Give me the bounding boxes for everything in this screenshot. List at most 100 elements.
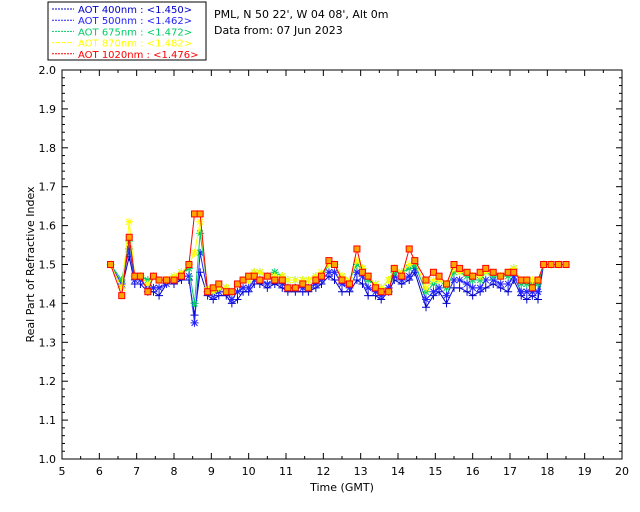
series-4-line bbox=[110, 213, 566, 296]
series-4-point bbox=[155, 276, 163, 284]
series-1-point bbox=[405, 272, 414, 281]
x-tick-label: 19 bbox=[578, 465, 592, 478]
series-0-point bbox=[155, 291, 164, 300]
series-4-point bbox=[534, 276, 542, 284]
series-1-point bbox=[190, 318, 199, 327]
series-4-point bbox=[107, 261, 115, 268]
series-4-point bbox=[422, 276, 430, 284]
x-axis-label: Time (GMT) bbox=[309, 481, 374, 494]
series-4-point bbox=[317, 272, 325, 280]
x-tick-label: 8 bbox=[171, 465, 178, 478]
series-4-point bbox=[456, 264, 464, 272]
series-4-point bbox=[555, 261, 563, 268]
series-4-point bbox=[547, 261, 555, 268]
series-4-point bbox=[284, 284, 292, 292]
series-4-point bbox=[177, 272, 185, 280]
series-0-point bbox=[364, 291, 373, 300]
series-1-point bbox=[504, 279, 513, 288]
series-4-point bbox=[510, 268, 518, 276]
series-4-point bbox=[497, 272, 505, 280]
series-0-point bbox=[455, 283, 464, 292]
x-tick-label: 7 bbox=[133, 465, 140, 478]
y-tick-label: 2.0 bbox=[39, 64, 57, 77]
series-0-line bbox=[110, 256, 566, 316]
series-4-point bbox=[125, 233, 133, 241]
series-4-point bbox=[278, 276, 286, 284]
x-tick-label: 13 bbox=[354, 465, 368, 478]
x-tick-label: 10 bbox=[242, 465, 256, 478]
series-0-point bbox=[338, 287, 346, 296]
x-tick-label: 16 bbox=[466, 465, 480, 478]
plot-frame bbox=[61, 69, 623, 460]
y-tick-label: 1.2 bbox=[39, 375, 57, 388]
series-0-point bbox=[442, 299, 451, 308]
series-1-point bbox=[435, 283, 444, 292]
series-4-point bbox=[144, 288, 152, 296]
series-4-point bbox=[185, 261, 193, 268]
series-4-point bbox=[482, 264, 490, 272]
series-0-point bbox=[522, 295, 531, 304]
series-0-point bbox=[468, 291, 477, 300]
series-0-point bbox=[422, 303, 430, 312]
series-4-point bbox=[489, 268, 497, 276]
series-1-point bbox=[429, 287, 438, 296]
series-1-point bbox=[455, 276, 464, 285]
series-3-point bbox=[190, 248, 199, 257]
series-4-point bbox=[170, 276, 178, 284]
x-tick-label: 17 bbox=[503, 465, 517, 478]
series-4-point bbox=[405, 245, 413, 253]
series-4-point bbox=[215, 280, 223, 288]
x-tick-label: 11 bbox=[279, 465, 293, 478]
y-tick-label: 1.6 bbox=[39, 220, 57, 233]
x-tick-label: 6 bbox=[96, 465, 103, 478]
series-3-point bbox=[291, 276, 300, 285]
series-4-point bbox=[338, 276, 346, 284]
series-4-point bbox=[469, 272, 477, 280]
y-tick-label: 1.7 bbox=[39, 181, 57, 194]
series-4-point bbox=[390, 264, 398, 272]
series-4-point bbox=[523, 276, 531, 284]
series-4-point bbox=[304, 284, 312, 292]
series-0-point bbox=[534, 295, 542, 304]
y-tick-label: 1.8 bbox=[39, 142, 57, 155]
series-2-point bbox=[190, 299, 199, 308]
series-4-point bbox=[364, 272, 372, 280]
series-4-point bbox=[435, 272, 443, 280]
series-4-point bbox=[562, 261, 570, 268]
legend-entry: AOT 400nm : <1.450> bbox=[78, 5, 192, 16]
series-1-point bbox=[442, 291, 451, 300]
series-1-point bbox=[263, 279, 272, 288]
series-4-point bbox=[228, 288, 236, 296]
series-4-point bbox=[385, 288, 393, 296]
series-1-point bbox=[155, 283, 164, 292]
series-1-point bbox=[463, 279, 472, 288]
series-1-point bbox=[184, 272, 193, 281]
series-4-point bbox=[528, 284, 536, 292]
y-tick-label: 1.1 bbox=[39, 414, 57, 427]
series-1-point bbox=[476, 283, 485, 292]
x-tick-label: 20 bbox=[615, 465, 629, 478]
series-3-point bbox=[422, 283, 430, 292]
y-axis-label: Real Part of Refractive Index bbox=[24, 186, 37, 343]
series-0-point bbox=[504, 287, 513, 296]
x-tick-label: 14 bbox=[391, 465, 405, 478]
x-tick-label: 5 bbox=[59, 465, 66, 478]
series-1-point bbox=[244, 283, 253, 292]
y-tick-label: 1.5 bbox=[39, 259, 57, 272]
series-4-point bbox=[291, 284, 299, 292]
legend-entry: AOT 500nm : <1.462> bbox=[78, 16, 192, 27]
x-tick-label: 12 bbox=[316, 465, 330, 478]
x-tick-label: 9 bbox=[208, 465, 215, 478]
legend-entry: AOT 870nm : <1.482> bbox=[78, 39, 192, 50]
series-4-point bbox=[353, 245, 361, 253]
series-4-point bbox=[271, 276, 279, 284]
series-1-point bbox=[496, 279, 505, 288]
series-1-point bbox=[227, 295, 236, 304]
refractive-index-chart: 5 6 7 8 9 10 11 12 13 14 15 16 17 18 19 20 1.0 1.1 1.2 1.3 1… bbox=[24, 1, 629, 494]
series-4-point bbox=[263, 272, 271, 280]
series-2-line bbox=[110, 233, 566, 304]
legend-entry: AOT 1020nm : <1.476> bbox=[78, 50, 198, 61]
series-4-point bbox=[443, 280, 451, 288]
y-tick-label: 1.4 bbox=[39, 297, 57, 310]
series-4-point bbox=[163, 276, 171, 284]
